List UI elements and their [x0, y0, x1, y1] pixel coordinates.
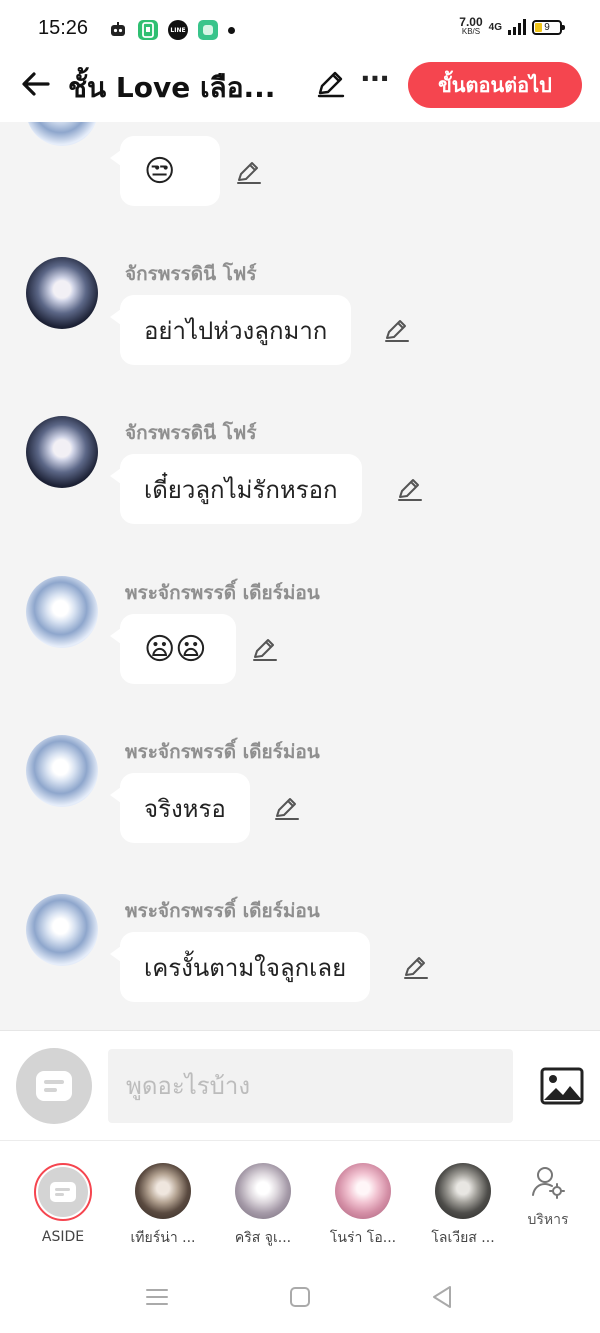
character-name: ASIDE: [41, 1229, 85, 1245]
edit-message-icon[interactable]: [274, 795, 300, 821]
edit-message-icon[interactable]: [236, 159, 262, 185]
character-name: โนร่า โอ...: [329, 1230, 397, 1246]
manage-label: บริหาร: [527, 1212, 569, 1228]
sender-name: พระจักรพรรดิ์ เดียร์ม่อน: [125, 741, 320, 763]
image-icon: [540, 1067, 584, 1105]
message-text: 😦😦: [144, 631, 207, 667]
character-aside[interactable]: ASIDE: [23, 1163, 103, 1245]
signal-icon: [508, 19, 526, 35]
message-text: อย่าไปห่วงลูกมาก: [144, 316, 328, 345]
sender-name: พระจักรพรรดิ์ เดียร์ม่อน: [125, 900, 320, 922]
edit-message-icon[interactable]: [403, 954, 429, 980]
avatar[interactable]: [26, 576, 98, 648]
aside-message-icon: [50, 1182, 76, 1202]
avatar[interactable]: [26, 257, 98, 329]
avatar[interactable]: [26, 894, 98, 966]
message-text: จริงหรอ: [144, 794, 226, 823]
avatar: [335, 1163, 391, 1219]
edit-message-icon[interactable]: [252, 636, 278, 662]
manage-characters-button[interactable]: บริหาร: [518, 1165, 578, 1231]
avatar[interactable]: [26, 735, 98, 807]
aside-toggle-button[interactable]: [16, 1048, 92, 1124]
character-name: โลเวียส ...: [431, 1230, 495, 1246]
message-text: เครงั้นตามใจลูกเลย: [144, 953, 347, 982]
battery-level: 9: [544, 21, 550, 33]
character-name: คริส จูเ...: [234, 1230, 292, 1246]
sender-name: จักรพรรดินี โฟร์: [125, 263, 257, 285]
notification-icons: LINE: [108, 20, 235, 40]
status-bar: 15:26 LINE 7.00 KB/S 4G 9: [0, 0, 600, 60]
character-item[interactable]: เทียร์น่า ...: [123, 1163, 203, 1249]
message-text: 😒: [144, 153, 176, 189]
status-time: 15:26: [38, 17, 89, 39]
phone-clipboard-app-icon: [138, 20, 158, 40]
system-back-button[interactable]: [428, 1282, 458, 1312]
back-button[interactable]: [18, 66, 54, 102]
edit-message-icon[interactable]: [384, 317, 410, 343]
message-bubble[interactable]: อย่าไปห่วงลูกมาก: [109, 295, 352, 365]
line-app-icon: LINE: [168, 20, 188, 40]
character-name: เทียร์น่า ...: [130, 1230, 196, 1246]
message-input[interactable]: [108, 1049, 513, 1123]
chat-header: ชั้น Love เลือ... ··· ขั้นตอนต่อไป: [0, 60, 600, 122]
back-arrow-icon: [22, 72, 50, 96]
chat-area[interactable]: 😒 จักรพรรดินี โฟร์ อย่าไปห่วงลูกมาก จักร…: [0, 122, 600, 1030]
network-type: 4G: [488, 21, 502, 33]
system-indicators: 7.00 KB/S 4G 9: [459, 16, 565, 37]
user-settings-icon: [532, 1167, 565, 1199]
net-speed: 7.00 KB/S: [459, 16, 482, 37]
aside-message-icon: [36, 1071, 72, 1101]
character-bar: ASIDE เทียร์น่า ... คริส จูเ... โนร่า โอ…: [0, 1140, 600, 1260]
recent-apps-button[interactable]: [142, 1282, 172, 1312]
green-square-app-icon: [198, 20, 218, 40]
home-square-icon: [290, 1287, 310, 1307]
character-item[interactable]: โนร่า โอ...: [323, 1163, 403, 1249]
page-title: ชั้น Love เลือ...: [68, 71, 276, 104]
edit-title-button[interactable]: [316, 68, 346, 98]
character-item[interactable]: คริส จูเ...: [223, 1163, 303, 1249]
avatar: [435, 1163, 491, 1219]
message-bubble[interactable]: เครงั้นตามใจลูกเลย: [109, 932, 371, 1002]
message-bubble[interactable]: 😒: [110, 136, 220, 206]
menu-icon: [146, 1289, 168, 1305]
net-speed-unit: KB/S: [461, 27, 481, 36]
home-button[interactable]: [285, 1282, 315, 1312]
avatar: [135, 1163, 191, 1219]
sender-name: จักรพรรดินี โฟร์: [125, 422, 257, 444]
pencil-icon: [317, 71, 345, 98]
avatar[interactable]: [26, 416, 98, 488]
insert-image-button[interactable]: [540, 1067, 584, 1105]
robot-app-icon: [108, 20, 128, 40]
more-notifications-dot: [228, 26, 235, 34]
message-bubble[interactable]: จริงหรอ: [110, 773, 250, 843]
system-nav-bar: [0, 1260, 600, 1333]
next-step-button[interactable]: ขั้นตอนต่อไป: [408, 62, 582, 108]
edit-message-icon[interactable]: [397, 476, 423, 502]
message-text: เดี๋ยวลูกไม่รักหรอก: [144, 475, 338, 504]
triangle-back-icon: [433, 1286, 451, 1308]
sender-name: พระจักรพรรดิ์ เดียร์ม่อน: [125, 582, 320, 604]
message-bubble[interactable]: เดี๋ยวลูกไม่รักหรอก: [110, 454, 362, 524]
avatar[interactable]: [26, 122, 98, 146]
composer-bar: [0, 1030, 600, 1140]
avatar: [235, 1163, 291, 1219]
message-bubble[interactable]: 😦😦: [110, 614, 236, 684]
character-item[interactable]: โลเวียส ...: [423, 1163, 503, 1249]
aside-avatar: [34, 1163, 92, 1221]
battery-icon: 9: [532, 19, 565, 35]
more-options-button[interactable]: ···: [360, 64, 390, 94]
